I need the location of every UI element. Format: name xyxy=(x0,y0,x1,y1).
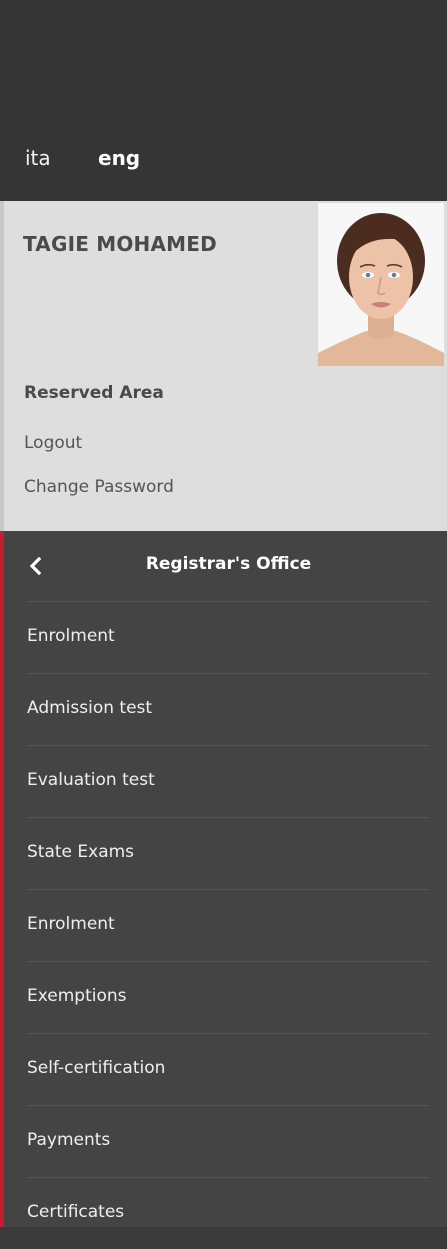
nav-item-label: Payments xyxy=(27,1130,111,1150)
logout-link[interactable]: Logout xyxy=(24,433,82,453)
user-name: TAGIE MOHAMED xyxy=(23,232,217,256)
nav-item-label: Admission test xyxy=(27,698,153,718)
nav-item-payments[interactable]: Payments xyxy=(27,1105,429,1177)
nav-list: Enrolment Admission test Evaluation test… xyxy=(0,601,447,1249)
top-bar: ita eng xyxy=(0,0,447,201)
nav-section-title: Registrar's Office xyxy=(145,554,312,574)
nav-item-exemptions[interactable]: Exemptions xyxy=(27,961,429,1033)
nav-item-admission-test[interactable]: Admission test xyxy=(27,673,429,745)
reserved-area-heading: Reserved Area xyxy=(24,383,164,403)
nav-item-label: Evaluation test xyxy=(27,770,155,790)
language-ita-link[interactable]: ita xyxy=(25,146,51,170)
language-eng-link[interactable]: eng xyxy=(98,146,140,170)
nav-item-certificates[interactable]: Certificates xyxy=(27,1177,429,1249)
nav-item-label: Exemptions xyxy=(27,986,127,1006)
user-profile-panel: TAGIE MOHAMED Reserved Area Logout Chang… xyxy=(0,201,447,531)
nav-item-enrolment[interactable]: Enrolment xyxy=(27,601,429,673)
nav-item-label: Enrolment xyxy=(27,626,115,646)
user-avatar-photo xyxy=(318,203,444,366)
nav-item-evaluation-test[interactable]: Evaluation test xyxy=(27,745,429,817)
profile-divider xyxy=(0,201,4,531)
change-password-link[interactable]: Change Password xyxy=(24,477,174,497)
nav-item-label: Self-certification xyxy=(27,1058,166,1078)
nav-item-label: Certificates xyxy=(27,1202,125,1222)
side-navigation: Registrar's Office Enrolment Admission t… xyxy=(0,531,447,1227)
nav-item-label: Enrolment xyxy=(27,914,115,934)
nav-header: Registrar's Office xyxy=(0,531,447,601)
nav-item-state-exams[interactable]: State Exams xyxy=(27,817,429,889)
avatar xyxy=(318,203,444,366)
nav-item-enrolment-2[interactable]: Enrolment xyxy=(27,889,429,961)
nav-item-label: State Exams xyxy=(27,842,135,862)
nav-item-self-certification[interactable]: Self-certification xyxy=(27,1033,429,1105)
